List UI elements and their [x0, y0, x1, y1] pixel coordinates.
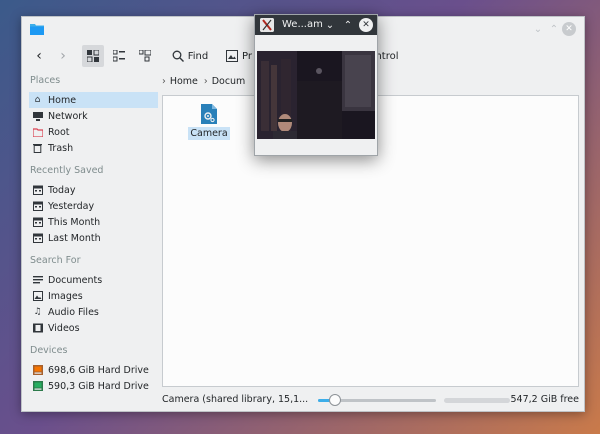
webcam-video-feed	[257, 51, 375, 139]
preview-label: Pr	[242, 50, 252, 62]
places-panel: Places ⌂ Home Network Root Trash Recentl…	[28, 73, 160, 392]
sidebar-item-label: Yesterday	[48, 200, 95, 212]
sidebar-item-yesterday[interactable]: Yesterday	[29, 198, 158, 214]
forward-button[interactable]: ›	[54, 45, 72, 67]
popup-minimize-icon[interactable]: ⌄	[323, 18, 337, 32]
calendar-icon	[32, 217, 43, 228]
places-heading: Places	[30, 75, 61, 86]
sidebar-item-label: 698,6 GiB Hard Drive	[48, 364, 149, 376]
compact-view-icon	[113, 50, 125, 62]
back-button[interactable]: ‹	[30, 45, 48, 67]
devices-heading: Devices	[30, 345, 68, 356]
sidebar-item-label: Last Month	[48, 232, 101, 244]
popup-close-button[interactable]: ✕	[359, 18, 373, 32]
sidebar-item-label: Videos	[48, 322, 80, 334]
maximize-icon[interactable]: ⌃	[547, 22, 561, 36]
sidebar-item-harddrive-2[interactable]: 590,3 GiB Hard Drive	[29, 378, 158, 394]
harddrive-icon	[32, 381, 43, 392]
free-space-text: 547,2 GiB free	[510, 394, 580, 405]
x-app-icon	[260, 18, 274, 32]
popup-titlebar[interactable]: We...am ⌄ ⌃ ✕	[255, 15, 377, 35]
sidebar-item-root[interactable]: Root	[29, 124, 158, 140]
sidebar-item-network[interactable]: Network	[29, 108, 158, 124]
sidebar-item-label: This Month	[48, 216, 101, 228]
control-label: ntrol	[375, 50, 399, 62]
chevron-right-icon: ›	[162, 75, 166, 87]
free-space-bar	[444, 398, 510, 403]
sidebar-item-images[interactable]: Images	[29, 288, 158, 304]
details-view-icon	[139, 50, 151, 62]
chevron-right-icon: ›	[203, 75, 208, 87]
search-icon	[172, 50, 184, 62]
sidebar-item-label: Today	[48, 184, 76, 196]
network-icon	[32, 111, 43, 122]
close-window-button[interactable]: ✕	[562, 22, 576, 36]
library-icon	[201, 104, 217, 124]
image-icon	[32, 291, 43, 302]
sidebar-item-label: Images	[48, 290, 83, 302]
calendar-icon	[32, 185, 43, 196]
popup-maximize-icon[interactable]: ⌃	[341, 18, 355, 32]
sidebar-item-label: Network	[48, 110, 88, 122]
folder-red-icon	[32, 127, 43, 138]
document-icon	[32, 275, 43, 286]
status-text: Camera (shared library, 15,1...	[162, 394, 309, 405]
zoom-slider-handle[interactable]	[328, 394, 341, 406]
video-icon	[32, 323, 43, 334]
find-label: Find	[187, 50, 209, 62]
home-icon: ⌂	[34, 95, 41, 105]
preview-button[interactable]: Pr	[222, 45, 256, 67]
sidebar-item-label: Trash	[48, 142, 74, 154]
status-bar: Camera (shared library, 15,1... 547,2 Gi…	[162, 391, 579, 409]
webcam-frame-image	[257, 51, 375, 139]
sidebar-item-audio-files[interactable]: ♫ Audio Files	[29, 304, 158, 320]
sidebar-item-home[interactable]: ⌂ Home	[29, 92, 158, 108]
breadcrumb-item-home[interactable]: Home	[170, 76, 198, 87]
icons-view-icon	[87, 50, 99, 62]
calendar-icon	[32, 233, 43, 244]
breadcrumb: › Home › Docum	[162, 74, 251, 88]
harddrive-icon	[32, 365, 43, 376]
music-icon: ♫	[33, 307, 42, 317]
sidebar-item-label: Root	[48, 126, 70, 138]
popup-title: We...am	[282, 19, 323, 30]
file-label: Camera	[188, 127, 230, 140]
search-for-heading: Search For	[30, 255, 81, 266]
icons-view-button[interactable]	[82, 45, 104, 67]
sidebar-item-last-month[interactable]: Last Month	[29, 230, 158, 246]
sidebar-item-trash[interactable]: Trash	[29, 140, 158, 156]
sidebar-item-documents[interactable]: Documents	[29, 272, 158, 288]
sidebar-item-label: Home	[48, 94, 77, 106]
file-item-camera[interactable]: Camera	[187, 104, 231, 140]
sidebar-item-label: 590,3 GiB Hard Drive	[48, 380, 149, 392]
zoom-slider[interactable]	[318, 394, 436, 406]
sidebar-item-today[interactable]: Today	[29, 182, 158, 198]
recently-saved-heading: Recently Saved	[30, 165, 104, 176]
find-button[interactable]: Find	[168, 45, 212, 67]
breadcrumb-item-documents[interactable]: Docum	[212, 76, 246, 87]
sidebar-item-harddrive-1[interactable]: 698,6 GiB Hard Drive	[29, 362, 158, 378]
sidebar-item-videos[interactable]: Videos	[29, 320, 158, 336]
compact-view-button[interactable]	[108, 45, 130, 67]
details-view-button[interactable]	[134, 45, 156, 67]
webcam-popup-window[interactable]: We...am ⌄ ⌃ ✕	[254, 14, 378, 156]
trash-icon	[32, 143, 43, 154]
folder-app-icon	[30, 24, 44, 35]
sidebar-item-label: Audio Files	[48, 306, 99, 318]
chevron-left-icon: ‹	[36, 48, 42, 64]
minimize-icon[interactable]: ⌄	[531, 22, 545, 36]
image-preview-icon	[226, 50, 239, 62]
chevron-right-icon: ›	[60, 48, 66, 64]
sidebar-item-label: Documents	[48, 274, 103, 286]
calendar-icon	[32, 201, 43, 212]
sidebar-item-this-month[interactable]: This Month	[29, 214, 158, 230]
